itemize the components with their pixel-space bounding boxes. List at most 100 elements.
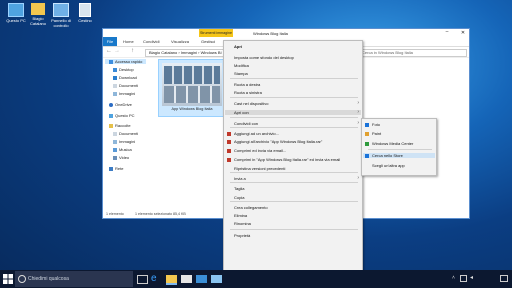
store-icon[interactable] bbox=[181, 275, 192, 283]
context-menu-item[interactable]: Rinomina bbox=[234, 221, 251, 226]
pictures-icon bbox=[113, 92, 117, 96]
paint-icon bbox=[365, 131, 369, 136]
menu-separator bbox=[230, 172, 358, 173]
nav-item-lib-video[interactable]: Video bbox=[113, 155, 129, 160]
menu-separator bbox=[230, 201, 358, 202]
tab-share[interactable]: Condividi bbox=[143, 39, 159, 44]
context-menu-item[interactable]: Apri bbox=[234, 44, 242, 49]
nav-item-desktop[interactable]: Desktop bbox=[113, 67, 134, 72]
nav-item-this-pc[interactable]: Questo PC bbox=[109, 113, 135, 118]
context-menu-item[interactable]: Ruota a destra bbox=[234, 82, 260, 87]
folder-icon bbox=[31, 3, 45, 15]
chevron-right-icon: › bbox=[357, 174, 359, 181]
context-menu-item[interactable]: Modifica bbox=[234, 63, 249, 68]
minimize-button[interactable]: – bbox=[443, 29, 451, 37]
open-with-item[interactable]: Paint bbox=[372, 131, 381, 136]
item-count: 1 elemento bbox=[106, 212, 124, 216]
context-menu-item[interactable]: Invia a bbox=[234, 176, 246, 181]
context-menu-item[interactable]: Imposta come sfondo del desktop bbox=[234, 55, 294, 60]
context-menu-item[interactable]: Copia bbox=[234, 195, 244, 200]
context-menu-item[interactable]: Aggiungi ad un archivio... bbox=[234, 131, 279, 136]
context-menu-item[interactable]: Elimina bbox=[234, 213, 247, 218]
context-menu-item[interactable]: Proprietà bbox=[234, 233, 250, 238]
nav-item-lib-pictures[interactable]: Immagini bbox=[113, 139, 135, 144]
nav-item-documents[interactable]: Documenti bbox=[113, 83, 138, 88]
context-menu-item[interactable]: Cast nel dispositivo bbox=[234, 101, 268, 106]
tab-manage[interactable]: Gestisci bbox=[201, 39, 215, 44]
app-icon[interactable] bbox=[196, 275, 207, 283]
up-icon[interactable]: ↑ bbox=[131, 48, 134, 54]
cortana-icon bbox=[18, 275, 26, 283]
context-menu-item[interactable]: Comprimi in "App Windows Blog Italia.rar… bbox=[234, 157, 340, 162]
nav-item-network[interactable]: Rete bbox=[109, 166, 123, 171]
open-with-item[interactable]: Windows Media Center bbox=[372, 141, 413, 146]
volume-icon[interactable]: ◂ bbox=[470, 274, 473, 281]
notifications-icon[interactable] bbox=[500, 275, 508, 282]
nav-item-onedrive[interactable]: OneDrive bbox=[109, 102, 132, 107]
open-with-submenu: Foto Paint Windows Media Center Cerca nello… bbox=[361, 118, 437, 176]
context-menu-item[interactable]: Stampa bbox=[234, 71, 248, 76]
music-icon bbox=[113, 148, 117, 152]
close-button[interactable]: ✕ bbox=[459, 29, 467, 37]
context-menu-item[interactable]: Ruota a sinistra bbox=[234, 90, 262, 95]
window-title: Windows Blog Italia bbox=[253, 31, 288, 36]
chevron-right-icon: › bbox=[357, 119, 359, 126]
control-panel-icon bbox=[53, 3, 69, 17]
search-input[interactable]: Cerca in Windows Blog Italia bbox=[359, 49, 467, 57]
nav-item-pictures[interactable]: Immagini bbox=[113, 91, 135, 96]
documents-icon bbox=[113, 132, 117, 136]
chevron-right-icon: › bbox=[357, 108, 359, 115]
tray-chevron-icon[interactable]: ˄ bbox=[452, 275, 455, 281]
menu-separator bbox=[230, 97, 358, 98]
recycle-bin-icon bbox=[79, 3, 91, 17]
search-box[interactable]: Chiedimi qualcosa bbox=[15, 271, 133, 287]
menu-separator bbox=[230, 78, 358, 79]
network-icon[interactable] bbox=[460, 275, 467, 282]
app-icon[interactable] bbox=[211, 275, 222, 283]
nav-item-libraries[interactable]: Raccolte bbox=[109, 123, 131, 128]
desktop-icon-recycle-bin[interactable]: Cestino bbox=[71, 3, 99, 24]
forward-icon[interactable]: → bbox=[114, 48, 120, 54]
context-menu-item[interactable]: Ripristina versioni precedenti bbox=[234, 166, 285, 171]
winrar-icon bbox=[227, 148, 231, 153]
nav-item-lib-music[interactable]: Musica bbox=[113, 147, 132, 152]
open-with-item[interactable]: Scegli un'altra app bbox=[372, 163, 405, 168]
context-menu-item[interactable]: Condividi con bbox=[234, 121, 258, 126]
tab-file[interactable]: File bbox=[103, 37, 117, 46]
nav-item-lib-documents[interactable]: Documenti bbox=[113, 131, 138, 136]
context-menu-item[interactable]: Apri con bbox=[225, 110, 361, 115]
task-view-icon[interactable] bbox=[137, 275, 148, 284]
selection-info: 1 elemento selezionato 85,4 KB bbox=[135, 212, 186, 216]
search-placeholder: Chiedimi qualcosa bbox=[28, 276, 69, 282]
desktop-icon-label: Cestino bbox=[78, 18, 92, 23]
edge-icon[interactable]: e bbox=[151, 273, 162, 284]
nav-quick-access[interactable]: Accesso rapido bbox=[105, 59, 147, 64]
menu-separator bbox=[230, 229, 358, 230]
tab-view[interactable]: Visualizza bbox=[171, 39, 189, 44]
nav-item-download[interactable]: Download bbox=[113, 75, 137, 80]
menu-separator bbox=[230, 182, 358, 183]
taskbar: Chiedimi qualcosa e ˄ ◂ bbox=[0, 270, 512, 288]
open-with-item[interactable]: Cerca nello Store bbox=[363, 153, 435, 158]
windows-logo-icon bbox=[3, 274, 13, 284]
pictures-icon bbox=[113, 140, 117, 144]
context-menu-item[interactable]: Aggiungi all'archivio "App Windows Blog … bbox=[234, 139, 322, 144]
image-thumbnail bbox=[162, 63, 222, 106]
desktop-icon bbox=[113, 68, 117, 72]
file-item-thumbnail[interactable]: App Windows Blog Italia bbox=[158, 59, 226, 117]
tab-home[interactable]: Home bbox=[123, 39, 134, 44]
video-icon bbox=[113, 156, 117, 160]
start-button[interactable] bbox=[3, 274, 13, 284]
context-menu-item[interactable]: Taglia bbox=[234, 186, 244, 191]
navigation-pane: Accesso rapido Desktop Download Document… bbox=[103, 57, 151, 207]
back-icon[interactable]: ← bbox=[106, 48, 112, 54]
cloud-icon bbox=[109, 103, 113, 107]
network-icon bbox=[109, 167, 113, 171]
title-bar: Strumenti immagine Windows Blog Italia –… bbox=[103, 29, 469, 37]
computer-icon bbox=[8, 3, 24, 17]
file-explorer-icon[interactable] bbox=[166, 275, 177, 285]
context-menu-item[interactable]: Crea collegamento bbox=[234, 205, 268, 210]
ribbon-context-label: Strumenti immagine bbox=[199, 29, 233, 37]
context-menu-item[interactable]: Comprimi ed invia via email... bbox=[234, 148, 286, 153]
open-with-item[interactable]: Foto bbox=[372, 122, 380, 127]
